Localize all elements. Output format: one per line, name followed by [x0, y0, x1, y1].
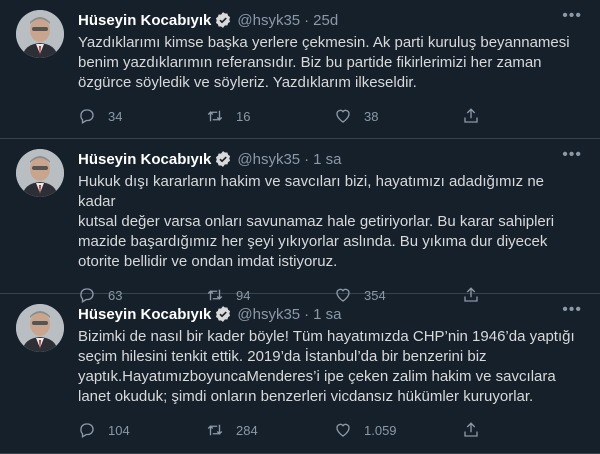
separator: ·: [304, 11, 310, 29]
share-icon: [464, 422, 478, 437]
avatar[interactable]: [16, 149, 64, 197]
separator: ·: [304, 305, 310, 323]
retweet-count: 16: [236, 108, 251, 124]
heart-icon: [336, 109, 350, 123]
avatar-photo: [16, 149, 64, 197]
separator: ·: [304, 150, 310, 168]
more-dots-icon[interactable]: •••: [562, 8, 582, 24]
like-button[interactable]: 38: [334, 107, 462, 125]
avatar-photo: [16, 10, 64, 58]
reply-icon: [80, 423, 94, 438]
reply-count: 104: [108, 422, 130, 438]
author-handle[interactable]: @hsyk35: [237, 151, 300, 168]
author-name[interactable]: Hüseyin Kocabıyık: [78, 12, 211, 29]
heart-icon: [336, 423, 350, 437]
avatar-photo: [16, 304, 64, 352]
retweet-icon: [207, 110, 223, 122]
reply-button[interactable]: 34: [78, 107, 206, 125]
author-name[interactable]: Hüseyin Kocabıyık: [78, 151, 211, 168]
timestamp[interactable]: 1 sa: [313, 306, 341, 323]
reply-count: 34: [108, 108, 123, 124]
timestamp[interactable]: 1 sa: [313, 151, 341, 168]
verified-badge-icon: [214, 150, 232, 168]
retweet-icon: [207, 424, 223, 436]
avatar[interactable]: [16, 10, 64, 58]
timestamp[interactable]: 25d: [313, 12, 338, 29]
author-handle[interactable]: @hsyk35: [237, 12, 300, 29]
retweet-button[interactable]: 16: [206, 107, 334, 125]
retweet-button[interactable]: 284: [206, 421, 334, 439]
tweet-actions: 104 284 1.059: [78, 420, 584, 440]
avatar[interactable]: [16, 304, 64, 352]
share-button[interactable]: [462, 107, 480, 125]
author-handle[interactable]: @hsyk35: [237, 306, 300, 323]
tweet[interactable]: ••• Hüseyin Kocabıyık @hsyk35 · 1 sa Huk…: [0, 139, 600, 303]
share-button[interactable]: [462, 421, 480, 439]
like-count: 38: [364, 108, 379, 124]
reply-icon: [80, 109, 94, 124]
share-icon: [464, 108, 478, 123]
tweet-text: Yazdıklarımı kimse başka yerlere çekmesi…: [78, 34, 570, 91]
retweet-count: 284: [236, 422, 258, 438]
tweet-text: Bizimki de nasıl bir kader böyle! Tüm ha…: [78, 328, 575, 405]
like-count: 1.059: [364, 422, 397, 438]
verified-badge-icon: [214, 11, 232, 29]
author-name[interactable]: Hüseyin Kocabıyık: [78, 306, 211, 323]
verified-badge-icon: [214, 305, 232, 323]
more-dots-icon[interactable]: •••: [562, 147, 582, 163]
more-dots-icon[interactable]: •••: [562, 302, 582, 318]
tweet[interactable]: ••• Hüseyin Kocabıyık @hsyk35 · 25d Yazd…: [0, 0, 600, 139]
tweet-text: Hukuk dışı kararların hakim ve savcıları…: [78, 173, 555, 270]
reply-button[interactable]: 104: [78, 421, 206, 439]
tweet-actions: 34 16 38: [78, 106, 584, 126]
like-button[interactable]: 1.059: [334, 421, 462, 439]
tweet[interactable]: ••• Hüseyin Kocabıyık @hsyk35 · 1 sa Biz…: [0, 294, 600, 454]
